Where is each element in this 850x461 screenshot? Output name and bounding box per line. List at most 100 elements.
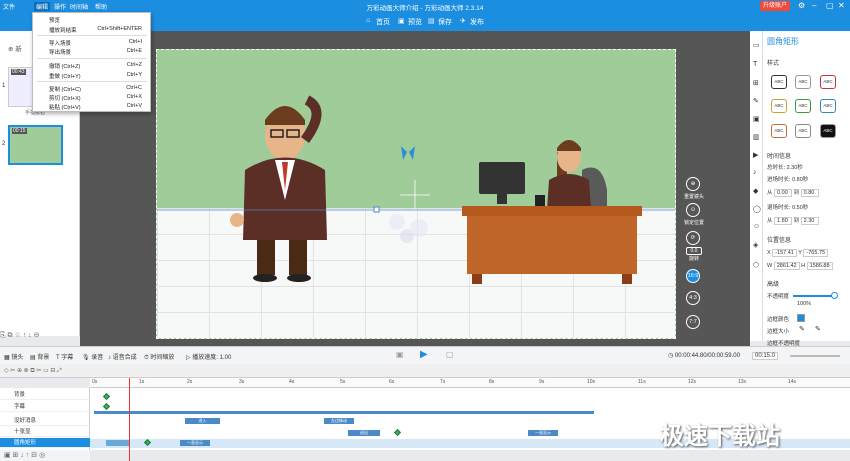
preview-button[interactable]: 预览 [408, 17, 422, 27]
style-swatch[interactable]: ABC [771, 99, 787, 113]
layer-row-selected[interactable]: 圆角矩形 [0, 438, 90, 448]
brush-tool-icon[interactable]: ✎ [753, 97, 759, 105]
border-color-swatch[interactable] [797, 314, 805, 322]
style-swatch[interactable]: ABC [771, 75, 787, 89]
bubble-tool-icon[interactable]: ◯ [753, 205, 761, 213]
opacity-slider-handle[interactable] [831, 292, 838, 299]
track-bar[interactable]: 进入 [185, 418, 220, 424]
background-button[interactable]: ▤ 背景 [30, 352, 49, 361]
playhead[interactable] [129, 378, 130, 461]
butterfly-graphic[interactable] [401, 146, 415, 160]
layer-row[interactable]: 没好消息 [0, 416, 90, 426]
style-swatch[interactable]: ABC [795, 75, 811, 89]
style-swatch[interactable]: ABC [820, 124, 836, 138]
keyframe[interactable] [102, 402, 111, 411]
zoom-slider[interactable] [790, 355, 840, 357]
desk-character[interactable] [462, 140, 642, 284]
settings-icon[interactable]: ⚙ [798, 1, 805, 10]
fullscreen-preview-icon[interactable]: ▢ [446, 350, 454, 359]
camera-reset-icon[interactable]: ⊕ [686, 177, 700, 191]
track-bar[interactable]: 左边移动 [324, 418, 354, 424]
subtitle-track-bar[interactable] [94, 411, 594, 414]
ratio-7-7-button[interactable]: 7:7 [686, 315, 700, 329]
text-tool-icon[interactable]: T [753, 61, 757, 68]
menu-item-copy[interactable]: 复制 (Ctrl+C) [49, 85, 81, 93]
pen-icon[interactable]: ✎ [799, 325, 805, 333]
upgrade-button[interactable]: 升级账户 [760, 1, 790, 11]
h-input[interactable]: 1586.88 [806, 262, 833, 270]
play-icon[interactable]: ▶ [420, 349, 428, 360]
svg-tool-icon[interactable]: ⬡ [753, 261, 759, 269]
track-bar[interactable]: 一直显示 [180, 440, 210, 446]
playback-speed[interactable]: ▷ 播放速度: 1.00 [186, 352, 231, 361]
menu-item-paste[interactable]: 粘贴 (Ctrl+V) [49, 103, 81, 111]
speech-synth-button[interactable]: ♪ 语音合成 [108, 352, 137, 361]
sound-tool-icon[interactable]: ♪ [753, 169, 757, 176]
layer-row[interactable]: 字幕 [0, 402, 90, 412]
menu-item-import-scene[interactable]: 导入场景 [49, 39, 71, 47]
track-bar[interactable]: 一直显示 [528, 430, 558, 436]
publish-icon[interactable]: ✈ [460, 17, 466, 25]
image-tool-icon[interactable]: ▣ [753, 115, 760, 123]
opacity-slider[interactable] [793, 295, 835, 297]
new-scene-button[interactable]: ⊕ 新 [8, 43, 22, 53]
standing-character[interactable] [230, 95, 327, 282]
stop-icon[interactable]: ▣ [396, 350, 404, 359]
style-swatch[interactable]: ABC [771, 124, 787, 138]
track-bar[interactable]: 退出 [348, 430, 380, 436]
flower-graphic[interactable] [389, 214, 428, 243]
keyframe[interactable] [102, 392, 111, 401]
style-swatch[interactable]: ABC [820, 99, 836, 113]
menu-item-cut[interactable]: 剪切 (Ctrl+X) [49, 94, 81, 102]
subtitle-button[interactable]: T 字幕 [56, 352, 73, 361]
scene-thumbnail-2[interactable]: 00:15 [8, 125, 63, 165]
scene-actions[interactable]: ⎘ ⧉ ☆ ↑ ↓ ⊖ [0, 331, 80, 341]
time-scale-button[interactable]: ⏱ 时间缩放 [144, 352, 174, 362]
home-button[interactable]: 首页 [376, 17, 390, 27]
ratio-16-9-button[interactable]: 16:9 [686, 269, 700, 283]
lens-button[interactable]: ▦ 镜头 [4, 352, 23, 361]
publish-button[interactable]: 发布 [470, 17, 484, 27]
home-icon[interactable]: ⌂ [366, 17, 370, 24]
style-swatch[interactable]: ABC [795, 99, 811, 113]
keyframe[interactable] [393, 428, 402, 437]
menu-item-redo[interactable]: 重做 (Ctrl+Y) [49, 72, 81, 80]
time-ruler[interactable]: 0s 1s 2s 3s 4s 5s 6s 7s 8s 9s 10s 11s 12… [90, 378, 850, 388]
drop-tool-icon[interactable]: ◈ [753, 241, 758, 249]
menu-item-play-to-end[interactable]: 播放到结束 [49, 26, 77, 34]
layer-row[interactable]: 背景 [0, 390, 90, 400]
close-icon[interactable]: ✕ [838, 1, 845, 10]
layer-row[interactable]: 十张显 [0, 427, 90, 437]
rectangle-tool-icon[interactable]: ▭ [753, 41, 760, 49]
pen-icon[interactable]: ✎ [815, 325, 821, 333]
stage[interactable] [156, 49, 676, 339]
role-tool-icon[interactable]: ☺ [753, 223, 760, 230]
w-input[interactable]: 2861.42 [773, 262, 800, 270]
record-button[interactable]: 🎙 录音 [82, 352, 103, 361]
layer-actions[interactable]: ▣ ⊞ ↓ ↑ ⊟ ◎ [0, 450, 90, 461]
minimize-icon[interactable]: – [812, 1, 816, 10]
ratio-4-3-button[interactable]: 4:3 [686, 291, 700, 305]
save-icon[interactable]: ▤ [428, 17, 435, 25]
exit-from-input[interactable]: 1.80 [774, 217, 793, 225]
rotate-value[interactable]: 0.0 [686, 247, 702, 255]
zoom-input[interactable]: 00:15.0 [752, 352, 779, 360]
enter-from-input[interactable]: 0.00 [774, 189, 793, 197]
maximize-icon[interactable]: ▢ [826, 1, 834, 10]
shape-tool-icon[interactable]: ◆ [753, 187, 758, 195]
chart-tool-icon[interactable]: ▥ [753, 133, 760, 141]
track-bar-selected[interactable] [106, 440, 130, 446]
style-swatch[interactable]: ABC [795, 124, 811, 138]
lock-position-icon[interactable]: ⊙ [686, 203, 700, 217]
enter-to-input[interactable]: 0.80 [800, 189, 819, 197]
y-input[interactable]: -765.75 [803, 249, 829, 257]
rotate-icon[interactable]: ⟳ [686, 231, 700, 245]
menu-item-preview[interactable]: 预览 [49, 16, 60, 24]
exit-to-input[interactable]: 2.30 [800, 217, 819, 225]
grid-tool-icon[interactable]: ⊞ [753, 79, 759, 87]
timeline-tools[interactable]: ◇ ✂ ⊕ ⊗ ⧉ ✂ ▭ ⊟ ⤢ [4, 367, 62, 375]
style-swatch[interactable]: ABC [820, 75, 836, 89]
menu-item-undo[interactable]: 撤销 (Ctrl+Z) [49, 62, 80, 70]
menu-item-export-scene[interactable]: 导出场景 [49, 48, 71, 56]
preview-icon[interactable]: ▣ [398, 17, 405, 25]
